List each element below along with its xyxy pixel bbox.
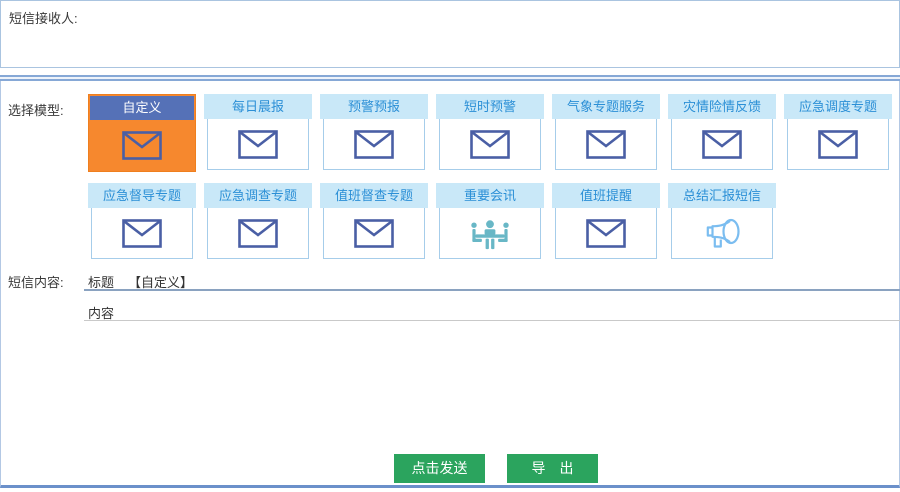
template-card[interactable]: 重要会讯 — [436, 183, 544, 261]
recipients-input-area[interactable]: 短信接收人: — [0, 0, 900, 68]
template-card-label: 预警预报 — [320, 94, 428, 119]
template-card-body — [89, 120, 195, 170]
template-card-label: 值班提醒 — [552, 183, 660, 208]
template-card-label: 应急调查专题 — [204, 183, 312, 208]
template-card[interactable]: 灾情险情反馈 — [668, 94, 776, 172]
template-card-body — [439, 208, 541, 259]
template-card-body — [671, 119, 773, 170]
template-card-body — [207, 119, 309, 170]
template-card-label: 短时预警 — [436, 94, 544, 119]
envelope-icon — [354, 219, 394, 248]
meeting-icon — [466, 217, 514, 250]
envelope-icon — [586, 130, 626, 159]
template-card[interactable]: 应急调度专题 — [784, 94, 892, 172]
template-card-body — [323, 119, 425, 170]
template-card[interactable]: 气象专题服务 — [552, 94, 660, 172]
recipients-label: 短信接收人: — [9, 8, 78, 27]
envelope-icon — [122, 131, 162, 160]
model-select-label: 选择模型: — [8, 100, 64, 119]
template-card-label: 自定义 — [90, 96, 194, 120]
megaphone-icon — [700, 216, 744, 250]
template-card[interactable]: 应急调查专题 — [204, 183, 312, 261]
content-underline — [84, 320, 900, 321]
template-card-body — [787, 119, 889, 170]
envelope-icon — [470, 130, 510, 159]
sms-content-label: 短信内容: — [8, 272, 64, 291]
envelope-icon — [238, 130, 278, 159]
template-card-label: 值班督查专题 — [320, 183, 428, 208]
envelope-icon — [586, 219, 626, 248]
template-card-body — [91, 208, 193, 259]
template-card-label: 每日晨报 — [204, 94, 312, 119]
template-card-label: 气象专题服务 — [552, 94, 660, 119]
template-card[interactable]: 预警预报 — [320, 94, 428, 172]
template-card-body — [323, 208, 425, 259]
envelope-icon — [122, 219, 162, 248]
template-card-label: 总结汇报短信 — [668, 183, 776, 208]
template-card[interactable]: 应急督导专题 — [88, 183, 196, 261]
template-card-body — [555, 208, 657, 259]
template-card-body — [207, 208, 309, 259]
envelope-icon — [818, 130, 858, 159]
template-card-label: 重要会讯 — [436, 183, 544, 208]
template-card[interactable]: 值班提醒 — [552, 183, 660, 261]
template-card-body — [555, 119, 657, 170]
template-card-label: 应急督导专题 — [88, 183, 196, 208]
send-button[interactable]: 点击发送 — [394, 454, 485, 483]
title-underline — [84, 289, 900, 291]
template-card-body — [671, 208, 773, 259]
envelope-icon — [702, 130, 742, 159]
template-card[interactable]: 总结汇报短信 — [668, 183, 776, 261]
template-card-label: 应急调度专题 — [784, 94, 892, 119]
template-card[interactable]: 值班督查专题 — [320, 183, 428, 261]
envelope-icon — [238, 219, 278, 248]
template-card-label: 灾情险情反馈 — [668, 94, 776, 119]
template-card[interactable]: 短时预警 — [436, 94, 544, 172]
template-card[interactable]: 自定义 — [88, 94, 196, 172]
export-button[interactable]: 导 出 — [507, 454, 598, 483]
template-card[interactable]: 每日晨报 — [204, 94, 312, 172]
envelope-icon — [354, 130, 394, 159]
template-card-body — [439, 119, 541, 170]
